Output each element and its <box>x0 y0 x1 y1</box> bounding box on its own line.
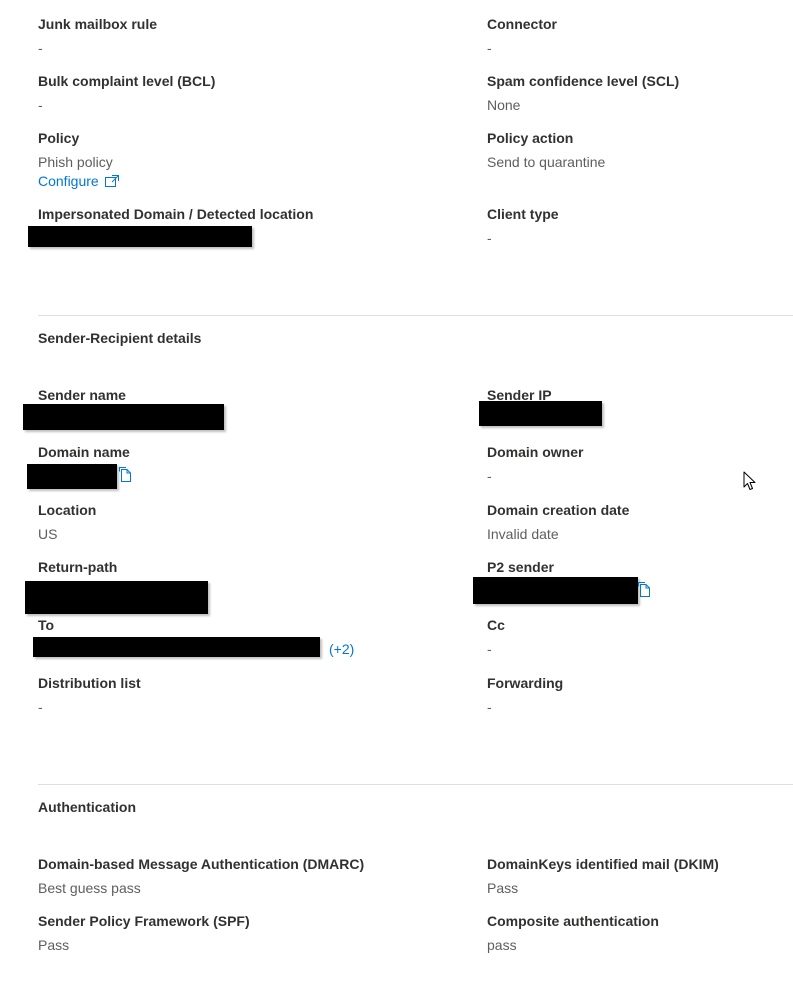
redacted-to-recipients <box>33 637 320 657</box>
policy-label: Policy <box>38 130 80 146</box>
forwarding-value: - <box>487 699 492 715</box>
impersonated-domain-label: Impersonated Domain / Detected location <box>38 206 314 222</box>
copy-icon[interactable] <box>637 582 651 598</box>
location-value: US <box>38 526 58 542</box>
dmarc-label: Domain-based Message Authentication (DMA… <box>38 856 365 872</box>
distribution-list-label: Distribution list <box>38 675 141 691</box>
bcl-label: Bulk complaint level (BCL) <box>38 73 216 89</box>
composite-authentication-value: pass <box>487 937 517 953</box>
redacted-domain-name <box>27 464 117 489</box>
scl-value: None <box>487 97 521 113</box>
configure-link-label[interactable]: Configure <box>38 173 99 189</box>
spf-label: Sender Policy Framework (SPF) <box>38 913 250 929</box>
client-type-label: Client type <box>487 206 559 222</box>
sender-name-label: Sender name <box>38 387 126 403</box>
to-label: To <box>38 617 55 633</box>
redacted-sender-name <box>23 404 224 430</box>
spf-value: Pass <box>38 937 70 953</box>
scl-label: Spam confidence level (SCL) <box>487 73 680 89</box>
client-type-value: - <box>487 230 492 246</box>
redacted-impersonated-domain <box>28 226 252 247</box>
domain-owner-value: - <box>487 468 492 484</box>
policy-action-label: Policy action <box>487 130 574 146</box>
policy-action-value: Send to quarantine <box>487 154 606 170</box>
junk-mailbox-rule-value: - <box>38 40 43 56</box>
dkim-label: DomainKeys identified mail (DKIM) <box>487 856 719 872</box>
composite-authentication-label: Composite authentication <box>487 913 659 929</box>
domain-creation-date-value: Invalid date <box>487 526 559 542</box>
domain-name-label: Domain name <box>38 444 130 460</box>
connector-label: Connector <box>487 16 557 32</box>
mouse-cursor-icon <box>743 471 756 490</box>
connector-value: - <box>487 40 492 56</box>
p2-sender-label: P2 sender <box>487 559 554 575</box>
return-path-label: Return-path <box>38 559 118 575</box>
cc-label: Cc <box>487 617 505 633</box>
dkim-value: Pass <box>487 880 519 896</box>
redacted-sender-ip <box>479 401 602 426</box>
domain-owner-label: Domain owner <box>487 444 584 460</box>
bcl-value: - <box>38 97 43 113</box>
domain-creation-date-label: Domain creation date <box>487 502 630 518</box>
section-divider <box>38 784 793 785</box>
sender-recipient-section-title: Sender-Recipient details <box>38 330 202 346</box>
section-divider <box>38 315 793 316</box>
copy-icon[interactable] <box>118 467 132 483</box>
junk-mailbox-rule-label: Junk mailbox rule <box>38 16 158 32</box>
distribution-list-value: - <box>38 699 43 715</box>
dmarc-value: Best guess pass <box>38 880 141 896</box>
cc-value: - <box>487 641 492 657</box>
location-label: Location <box>38 502 97 518</box>
external-link-icon <box>104 175 119 187</box>
redacted-p2-sender <box>473 577 638 604</box>
to-more-recipients-link[interactable]: (+2) <box>329 640 354 658</box>
redacted-return-path <box>25 581 208 614</box>
configure-link[interactable]: Configure <box>38 172 119 190</box>
policy-value: Phish policy <box>38 154 113 170</box>
authentication-section-title: Authentication <box>38 799 136 815</box>
forwarding-label: Forwarding <box>487 675 564 691</box>
